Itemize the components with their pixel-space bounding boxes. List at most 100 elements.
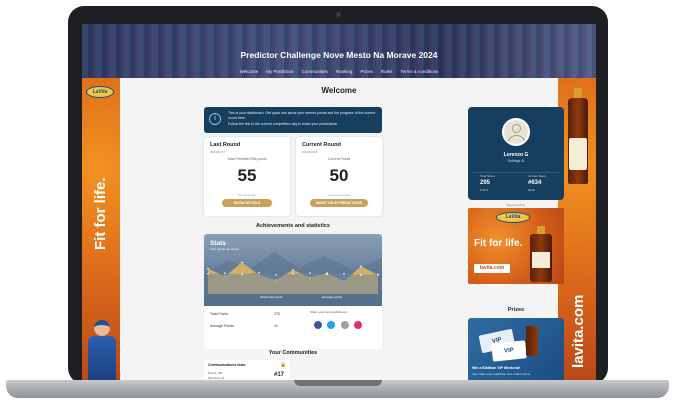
instagram-icon[interactable] (354, 321, 363, 329)
laptop-base (6, 380, 669, 398)
current-round-points: 50 (329, 166, 349, 185)
points-chart (204, 252, 382, 306)
data-point (241, 273, 243, 276)
data-point (224, 272, 226, 274)
last-round-points: 55 (237, 166, 257, 185)
facebook-icon[interactable] (314, 321, 322, 329)
last-round-title: Last Round (210, 142, 241, 148)
page-title: Predictor Challenge Nove Mesto Na Morave… (240, 50, 438, 60)
sponsor-ad[interactable]: LaVita Fit for life. lavita.com (468, 208, 564, 284)
prizes-heading: Prizes (507, 307, 525, 313)
data-point (275, 274, 277, 276)
series-area-average (208, 272, 378, 294)
total-score-value: 295 (480, 180, 491, 186)
prizes-card[interactable]: VIP VIP Win a Biathlon VIP Weekend! Just… (468, 318, 564, 382)
current-round-date: 2024/02/28 (302, 150, 318, 154)
side-ad-slogan: Fit for life. (92, 177, 109, 251)
current-round-label: Current Points (327, 157, 351, 161)
last-round-date: 2024/02/27 (210, 150, 226, 154)
community-points: Points 795 (208, 371, 223, 375)
nav-welcome[interactable]: Welcome (240, 69, 259, 74)
athlete-image (86, 316, 118, 382)
avatar[interactable] (502, 118, 530, 146)
data-point (241, 261, 243, 264)
sponsor-url-button[interactable]: lavita.com (474, 264, 510, 273)
info-line-1: This is your dashboard. Get quick info a… (228, 111, 376, 120)
total-points-row: Total Points 275 (210, 312, 280, 316)
last-round-note: All results are (237, 193, 257, 197)
vip-ticket-icon: VIP (491, 340, 527, 362)
total-points-value: 275 (274, 312, 280, 316)
data-point (343, 272, 345, 275)
data-point (292, 272, 294, 275)
stats-title: Stats (210, 240, 226, 247)
lock-icon: 🔒 (280, 362, 287, 368)
data-point (292, 269, 294, 271)
nav-rules[interactable]: Rules (381, 69, 393, 74)
stats-subtitle: Your points per round (210, 247, 239, 251)
legend-average: Average points (322, 295, 342, 299)
data-point (360, 265, 362, 267)
share-icons (314, 316, 363, 334)
current-rank-value: #634 (528, 180, 542, 186)
community-rank: #17 (274, 372, 285, 378)
communities-heading: Your Communities (268, 350, 318, 356)
user-icon (512, 124, 521, 133)
average-points-value: 31 (274, 324, 278, 328)
data-point (207, 272, 209, 275)
community-name: Communications team (208, 363, 246, 367)
sponsor-slogan: Fit for life. (474, 238, 523, 249)
data-point (360, 274, 362, 276)
legend-last-round: Points last round (260, 295, 283, 299)
last-round-label: Total Predicted Bib points (227, 157, 267, 161)
nav-ranking[interactable]: Ranking (336, 69, 353, 74)
prize-title: Win a Biathlon VIP Weekend! (472, 366, 521, 370)
email-icon[interactable] (340, 321, 349, 329)
data-point (309, 272, 311, 274)
total-points-label: Total Points (210, 312, 229, 316)
hero-banner: Predictor Challenge Nove Mesto Na Morave… (82, 24, 596, 78)
bottle-image (530, 226, 552, 282)
laptop-notch (294, 380, 382, 386)
info-text: This is your dashboard. Get quick info a… (228, 111, 378, 128)
sponsor-label: Sponsored by (506, 203, 526, 207)
nav-prizes[interactable]: Prizes (360, 69, 373, 74)
current-round-card: Current Round 2024/02/28 Current Points … (296, 137, 382, 216)
community-card[interactable]: Communications team 🔒 Points 795 Members… (204, 360, 290, 382)
welcome-heading: Welcome (321, 86, 357, 95)
current-round-title: Current Round (302, 142, 341, 148)
settings-link[interactable]: Settings ⚙ (468, 159, 564, 163)
profile-name: Lorenzo G (503, 152, 529, 158)
prize-subtitle: Just make your prediction and collect po… (472, 372, 531, 376)
nav-communities[interactable]: Communities (302, 69, 328, 74)
lavita-logo: LaVita (86, 86, 114, 98)
achievements-heading: Achievements and statistics (256, 223, 330, 229)
total-score-label: Total Score (480, 174, 496, 178)
current-round-note: All current round (327, 193, 350, 197)
info-line-2: Follow the link to the current competiti… (228, 122, 338, 126)
camera-icon (336, 12, 341, 17)
left-side-ad[interactable]: LaVita Fit for life. (82, 78, 120, 382)
data-point (326, 273, 328, 276)
show-details-button[interactable]: SHOW DETAILS (222, 199, 272, 207)
make-predictions-button[interactable]: MAKE YOUR PREDICTIONS (310, 199, 368, 207)
divider (472, 172, 560, 173)
share-label: Share your accomplishment (310, 310, 348, 314)
main-nav: Welcome My Prediction Communities Rankin… (82, 69, 596, 74)
stats-chart: Stats Your points per round Points last … (204, 234, 382, 306)
average-points-row: Average Points 31 (210, 324, 278, 328)
nav-my-prediction[interactable]: My Prediction (266, 69, 293, 74)
twitter-icon[interactable] (327, 321, 336, 329)
data-point (207, 267, 209, 270)
dashboard: Welcome i This is your dashboard. Get qu… (120, 78, 564, 382)
profile-card: Lorenzo G Settings ⚙ Total Score 295 Poi… (468, 107, 564, 200)
screen: Predictor Challenge Nove Mesto Na Morave… (82, 24, 596, 382)
nav-terms[interactable]: Terms & conditions (400, 69, 438, 74)
side-ad-url: lavita.com (570, 294, 587, 368)
current-rank-label: Current Rank (528, 174, 546, 178)
info-icon: i (209, 113, 221, 125)
stats-card: Stats Your points per round Points last … (204, 234, 382, 349)
total-score-sub: Points (480, 188, 489, 192)
data-point (258, 271, 260, 274)
last-round-card: Last Round 2024/02/27 Total Predicted Bi… (204, 137, 290, 216)
